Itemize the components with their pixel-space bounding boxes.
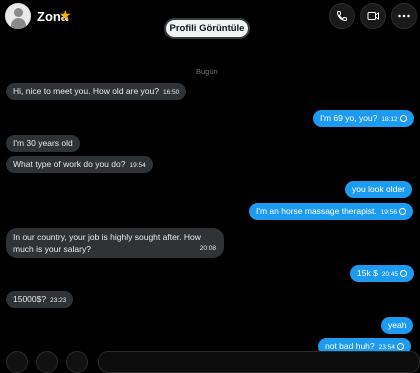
message-text: I'm an horse massage therapist. (256, 206, 377, 216)
message-bubble-incoming[interactable]: What type of work do you do? 19:54 (6, 156, 153, 173)
read-check-icon (400, 270, 408, 278)
message-time: 20:45 (381, 271, 399, 278)
message-input[interactable] (98, 351, 420, 373)
read-check-icon (399, 115, 407, 123)
more-dots-icon (398, 14, 410, 18)
video-call-button[interactable] (360, 3, 386, 29)
message-text: 15k $ (357, 268, 378, 278)
verified-star-icon: ★ (59, 7, 72, 23)
read-check-icon (396, 343, 404, 351)
message-time: 16:50 (163, 89, 180, 96)
gif-button[interactable] (36, 351, 58, 373)
message-time: 23:54 (378, 344, 395, 351)
message-time: 23:23 (50, 297, 67, 304)
message-text: yeah (388, 320, 407, 330)
date-separator: Bugün (196, 67, 218, 76)
message-bubble-outgoing[interactable]: I'm 69 yo, you? 18:12 (313, 110, 414, 127)
message-bubble-outgoing[interactable]: yeah (381, 317, 414, 334)
attach-media-button[interactable] (6, 351, 28, 373)
message-bubble-incoming[interactable]: 15000$? 23:23 (6, 291, 74, 308)
message-time: 19:56 (380, 209, 397, 216)
message-text: 15000$? (13, 294, 47, 304)
message-text: What type of work do you do? (13, 159, 126, 169)
message-text: you look older (352, 184, 405, 194)
message-text: not bad huh? (325, 341, 375, 351)
view-profile-button[interactable]: Profili Görüntüle (164, 18, 250, 39)
read-check-icon (398, 208, 406, 216)
message-text: Hi, nice to meet you. How old are you? (13, 86, 159, 96)
phone-icon (336, 11, 347, 22)
message-bubble-outgoing[interactable]: I'm an horse massage therapist. 19:56 (249, 203, 413, 220)
emoji-button[interactable] (66, 351, 88, 373)
contact-avatar[interactable] (5, 3, 31, 29)
message-text: I'm 30 years old (13, 138, 73, 148)
message-bubble-outgoing[interactable]: you look older (345, 181, 412, 198)
message-bubble-incoming[interactable]: Hi, nice to meet you. How old are you? 16… (6, 83, 187, 100)
message-time: 18:12 (381, 116, 398, 123)
message-bubble-incoming[interactable]: In our country, your job is highly sough… (6, 228, 224, 258)
message-bubble-outgoing[interactable]: 15k $20:45 (350, 265, 415, 282)
video-icon (367, 12, 379, 20)
more-options-button[interactable] (391, 3, 417, 29)
message-time: 20:08 (199, 245, 216, 252)
message-composer (0, 351, 420, 373)
message-bubble-incoming[interactable]: I'm 30 years old (6, 135, 80, 152)
message-time: 19:54 (129, 162, 146, 169)
message-text: I'm 69 yo, you? (320, 113, 378, 123)
call-button[interactable] (329, 3, 355, 29)
message-text: In our country, your job is highly sough… (13, 232, 201, 254)
